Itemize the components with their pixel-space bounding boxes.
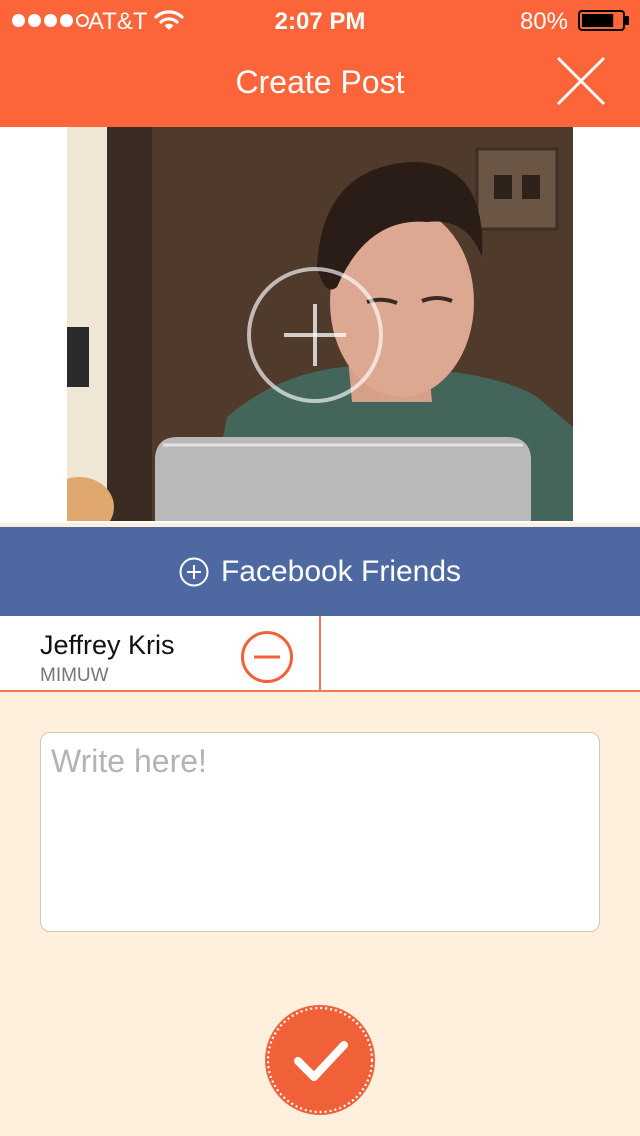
add-photo-plus-circle-icon[interactable] xyxy=(246,266,384,404)
facebook-friends-button[interactable]: Facebook Friends xyxy=(0,527,640,616)
photo-area xyxy=(0,127,640,523)
tagged-friends-list: Jeffrey Kris MIMUW xyxy=(0,616,640,692)
close-icon[interactable] xyxy=(552,52,610,110)
submit-checkmark-icon[interactable] xyxy=(264,1004,376,1116)
friend-organization: MIMUW xyxy=(40,665,109,686)
friend-name: Jeffrey Kris xyxy=(40,630,175,660)
remove-friend-minus-circle-icon[interactable] xyxy=(240,630,294,684)
battery-icon xyxy=(578,10,629,31)
page-title: Create Post xyxy=(235,64,405,100)
post-text-input[interactable] xyxy=(40,732,600,932)
list-item: Jeffrey Kris MIMUW xyxy=(0,616,321,690)
header-bar: AT&T 2:07 PM 80% Create Post xyxy=(0,0,640,127)
plus-circle-icon xyxy=(179,557,209,586)
status-bar: AT&T 2:07 PM 80% xyxy=(0,0,640,40)
facebook-friends-label: Facebook Friends xyxy=(220,554,462,588)
battery-percent: 80% xyxy=(519,8,568,35)
